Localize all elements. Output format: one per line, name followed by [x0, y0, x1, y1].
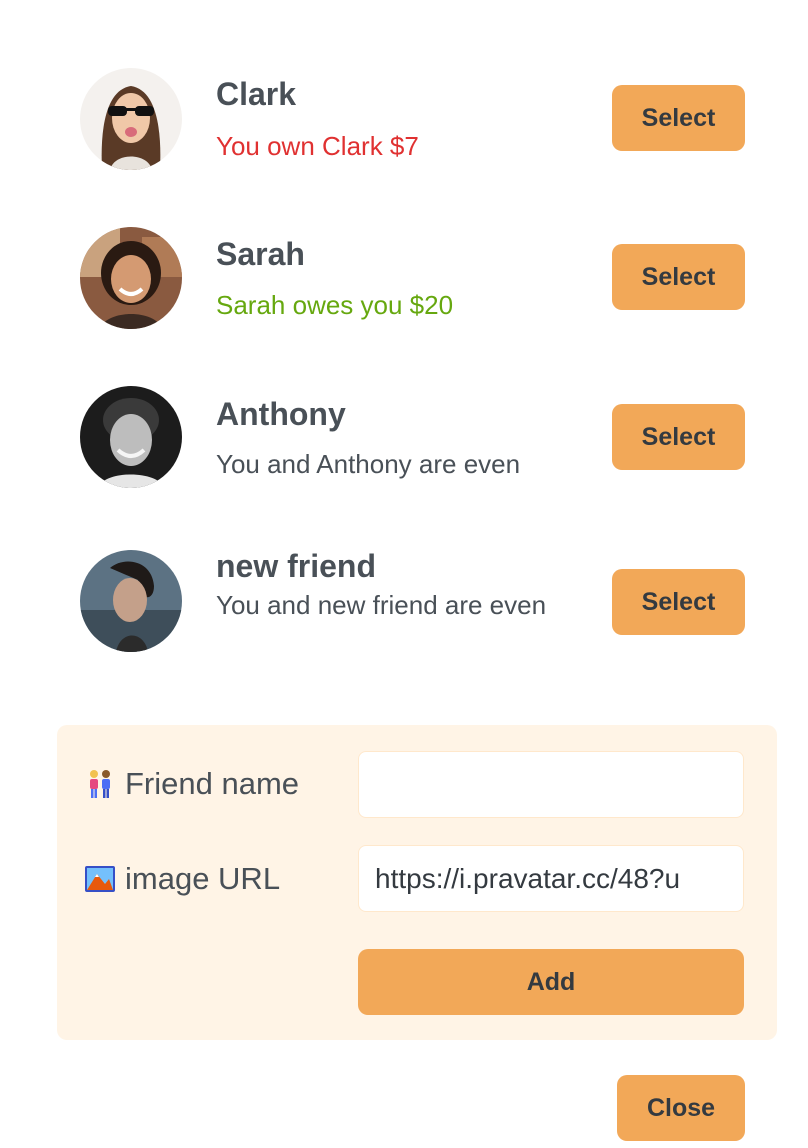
friend-name: Sarah	[216, 236, 305, 272]
select-friend-button[interactable]: Select	[612, 85, 745, 151]
friend-item-new-friend: new friend You and new friend are even S…	[80, 548, 745, 660]
friend-name-label: Friend name	[83, 764, 299, 804]
avatar	[80, 386, 182, 488]
friend-balance-status: You and new friend are even	[216, 590, 547, 620]
image-url-input[interactable]	[358, 845, 744, 912]
friend-item-clark: Clark You own Clark $7 Select	[80, 68, 745, 178]
friend-balance-status: You and Anthony are even	[216, 449, 521, 479]
image-url-label: image URL	[83, 859, 280, 899]
friend-name: Anthony	[216, 396, 346, 432]
avatar	[80, 68, 182, 170]
friend-item-anthony: Anthony You and Anthony are even Select	[80, 386, 745, 496]
friend-list-page: Clark You own Clark $7 Select Sarah Sara…	[0, 0, 808, 1148]
select-friend-button[interactable]: Select	[612, 244, 745, 310]
friend-balance-status: Sarah owes you $20	[216, 290, 454, 320]
picture-icon	[83, 862, 117, 896]
add-friend-button[interactable]: Add	[358, 949, 744, 1015]
close-button[interactable]: Close	[617, 1075, 745, 1141]
add-friend-form: Friend name image URL Add	[57, 725, 777, 1040]
image-url-label-text: image URL	[125, 861, 281, 896]
friend-name-label-text: Friend name	[125, 766, 300, 801]
friend-name: Clark	[216, 76, 297, 112]
avatar	[80, 227, 182, 329]
select-friend-button[interactable]: Select	[612, 569, 745, 635]
friend-name: new friend	[216, 548, 377, 584]
friend-balance-status: You own Clark $7	[216, 131, 419, 161]
avatar	[80, 550, 182, 652]
friend-item-sarah: Sarah Sarah owes you $20 Select	[80, 227, 745, 337]
two-people-icon	[83, 767, 117, 801]
friend-name-input[interactable]	[358, 751, 744, 818]
select-friend-button[interactable]: Select	[612, 404, 745, 470]
